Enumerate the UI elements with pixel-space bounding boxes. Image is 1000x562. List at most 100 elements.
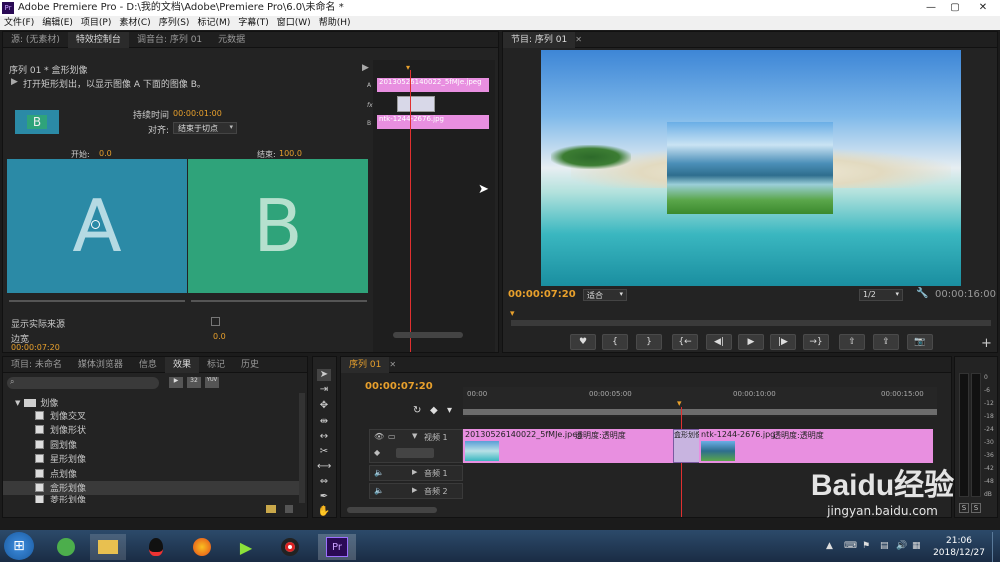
show-source-checkbox[interactable] bbox=[211, 317, 220, 326]
end-slider[interactable] bbox=[191, 300, 367, 302]
tray-clock[interactable]: 21:06 2018/12/27 bbox=[930, 535, 988, 559]
close-button[interactable]: ✕ bbox=[968, 0, 998, 16]
list-item[interactable]: 圆划像 bbox=[3, 437, 299, 452]
menu-clip[interactable]: 素材(C) bbox=[119, 16, 150, 30]
accelerated-effects-icon[interactable]: ▶ bbox=[169, 377, 183, 388]
tray-flag-icon[interactable]: ⚑ bbox=[862, 541, 870, 551]
menu-title[interactable]: 字幕(T) bbox=[238, 16, 269, 30]
go-to-out-button[interactable]: →} bbox=[803, 334, 829, 350]
export-frame-button[interactable]: 📷 bbox=[907, 334, 933, 350]
tab-history[interactable]: 历史 bbox=[233, 357, 267, 373]
tab-sequence[interactable]: 序列 01 bbox=[341, 356, 390, 373]
32bit-effects-icon[interactable]: 32 bbox=[187, 377, 201, 388]
list-item[interactable]: 点划像 bbox=[3, 466, 299, 481]
taskbar-app-premiere[interactable]: Pr bbox=[318, 534, 356, 560]
delete-icon[interactable] bbox=[285, 505, 293, 513]
step-back-button[interactable]: ◀| bbox=[706, 334, 732, 350]
rate-stretch-tool-icon[interactable]: ↔ bbox=[317, 431, 331, 443]
menu-help[interactable]: 帮助(H) bbox=[319, 16, 351, 30]
audio-track-2-header[interactable]: 🔈 ▶ 音频 2 bbox=[369, 483, 463, 499]
step-forward-button[interactable]: |▶ bbox=[770, 334, 796, 350]
razor-tool-icon[interactable]: ✂ bbox=[317, 446, 331, 458]
add-marker-icon[interactable]: ▾ bbox=[447, 405, 452, 416]
add-marker-button[interactable]: ♥ bbox=[570, 334, 596, 350]
taskbar-app-player[interactable]: ▶ bbox=[230, 534, 262, 560]
new-bin-icon[interactable] bbox=[266, 505, 276, 513]
menu-project[interactable]: 项目(P) bbox=[81, 16, 111, 30]
taskbar-app-qq[interactable] bbox=[140, 534, 172, 560]
keyframe-icon[interactable]: ◆ bbox=[374, 448, 380, 457]
list-item[interactable]: 菱形划像 bbox=[3, 495, 299, 503]
track-select-tool-icon[interactable]: ⇥ bbox=[317, 384, 331, 396]
transition-clip[interactable]: 盒形划像 bbox=[673, 429, 701, 463]
slip-tool-icon[interactable]: ⟷ bbox=[317, 461, 331, 473]
list-item[interactable]: 划像交叉 bbox=[3, 408, 299, 423]
zoom-dropdown[interactable]: 1/2 ▾ bbox=[859, 289, 903, 301]
ripple-edit-tool-icon[interactable]: ✥ bbox=[317, 400, 331, 412]
tab-source[interactable]: 源: (无素材) bbox=[3, 32, 68, 48]
tab-media-browser[interactable]: 媒体浏览器 bbox=[70, 357, 131, 373]
taskbar-app-recorder[interactable] bbox=[274, 534, 306, 560]
eye-icon[interactable]: 👁 bbox=[374, 432, 384, 441]
start-value[interactable]: 0.0 bbox=[99, 149, 112, 158]
minimize-button[interactable]: — bbox=[920, 0, 942, 16]
keyframe-nav[interactable] bbox=[396, 448, 434, 458]
track-expand-icon[interactable]: ▼ bbox=[412, 432, 417, 440]
list-item[interactable]: 划像形状 bbox=[3, 423, 299, 438]
tab-effect-controls[interactable]: 特效控制台 bbox=[67, 31, 129, 48]
tray-network-icon[interactable]: ▤ bbox=[880, 541, 889, 551]
track-expand-icon[interactable]: ▶ bbox=[412, 486, 417, 494]
menu-file[interactable]: 文件(F) bbox=[4, 16, 34, 30]
tray-keyboard-icon[interactable]: ⌨ bbox=[844, 541, 857, 551]
marker-icon[interactable]: ◆ bbox=[430, 405, 438, 416]
tab-metadata[interactable]: 元数据 bbox=[210, 32, 253, 48]
tab-program[interactable]: 节目: 序列 01 bbox=[503, 31, 576, 48]
duration-value[interactable]: 00:00:01:00 bbox=[173, 109, 222, 118]
clip-1[interactable]: 20130526140022_5fMJe.jpeg 透明度:透明度 bbox=[463, 429, 697, 463]
maximize-button[interactable]: ▢ bbox=[944, 0, 966, 16]
taskbar-app-explorer[interactable] bbox=[90, 534, 126, 560]
video-track-header[interactable]: 👁 ▭ ▼ 视频 1 ◆ bbox=[369, 429, 463, 463]
time-ruler[interactable]: 00:00 00:00:05:00 00:00:10:00 00:00:15:0… bbox=[463, 387, 937, 417]
show-desktop-button[interactable] bbox=[992, 532, 1000, 562]
snap-icon[interactable]: ↻ bbox=[413, 405, 421, 416]
go-to-in-button[interactable]: {← bbox=[672, 334, 698, 350]
program-video-frame[interactable] bbox=[541, 50, 961, 286]
tray-network2-icon[interactable]: ▦ bbox=[912, 541, 921, 551]
tray-volume-icon[interactable]: 🔊 bbox=[896, 541, 907, 551]
yuv-effects-icon[interactable]: YUV bbox=[205, 377, 219, 388]
tab-markers[interactable]: 标记 bbox=[199, 357, 233, 373]
menu-window[interactable]: 窗口(W) bbox=[277, 16, 311, 30]
close-tab-icon[interactable]: ✕ bbox=[389, 360, 396, 369]
mark-out-button[interactable]: } bbox=[636, 334, 662, 350]
list-item[interactable]: 星形划像 bbox=[3, 452, 299, 467]
extract-button[interactable]: ⇪ bbox=[873, 334, 899, 350]
work-area-bar[interactable] bbox=[463, 409, 937, 415]
expand-arrow-icon[interactable]: ▶ bbox=[362, 63, 369, 73]
sync-lock-icon[interactable]: ▭ bbox=[388, 432, 396, 441]
start-slider[interactable] bbox=[9, 300, 185, 302]
menu-marker[interactable]: 标记(M) bbox=[197, 16, 230, 30]
inset-image[interactable] bbox=[667, 122, 833, 214]
mini-transition[interactable] bbox=[397, 96, 435, 112]
hand-tool-icon[interactable]: ✋ bbox=[317, 506, 331, 518]
pen-tool-icon[interactable]: ✒ bbox=[317, 491, 331, 503]
rolling-edit-tool-icon[interactable]: ⇹ bbox=[317, 416, 331, 428]
list-item-selected[interactable]: 盒形划像 bbox=[3, 480, 299, 495]
tab-effects[interactable]: 效果 bbox=[164, 356, 199, 373]
menu-edit[interactable]: 编辑(E) bbox=[42, 16, 73, 30]
preview-b[interactable]: B bbox=[188, 159, 368, 293]
wrench-icon[interactable]: 🔧 bbox=[916, 288, 928, 299]
taskbar-app-browser[interactable] bbox=[50, 534, 82, 560]
tray-up-arrow-icon[interactable]: ▲ bbox=[826, 541, 833, 551]
fit-dropdown[interactable]: 适合 ▾ bbox=[583, 289, 627, 301]
play-button[interactable]: ▶ bbox=[738, 334, 764, 350]
mini-scrollbar[interactable] bbox=[393, 332, 463, 338]
program-scrub-bar[interactable] bbox=[511, 320, 991, 326]
effects-search-input[interactable]: ⌕ bbox=[7, 377, 159, 389]
tab-audio-mixer[interactable]: 调音台: 序列 01 bbox=[129, 32, 210, 48]
mini-clip-b[interactable]: ntk-1244-2676.jpg bbox=[377, 115, 489, 129]
tab-project[interactable]: 项目: 未命名 bbox=[3, 357, 70, 373]
effects-scrollbar[interactable] bbox=[299, 393, 305, 503]
start-button[interactable]: ⊞ bbox=[4, 532, 34, 560]
